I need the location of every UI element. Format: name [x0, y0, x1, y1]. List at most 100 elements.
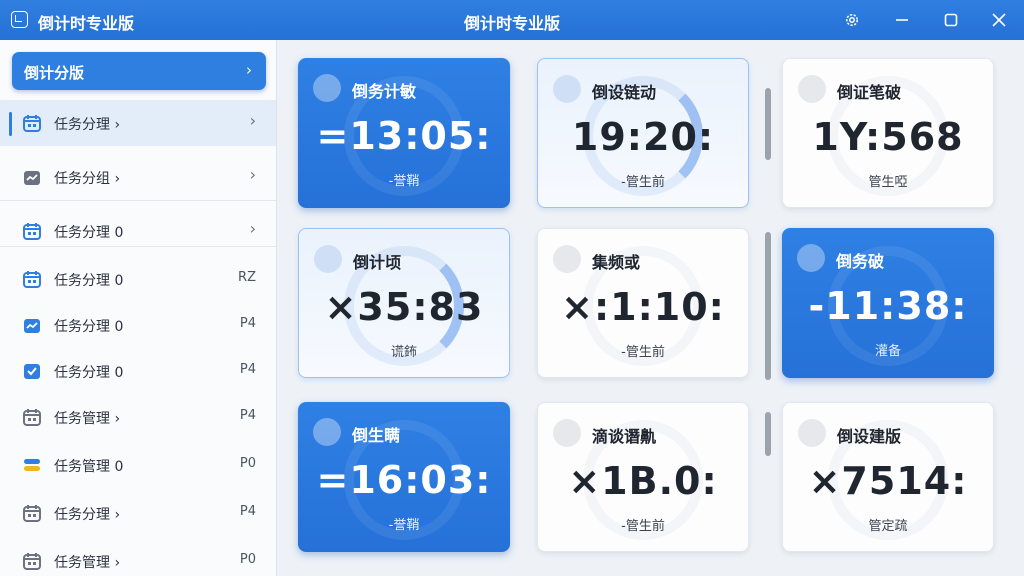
sidebar-item-label: 任务分理 0: [54, 225, 124, 241]
sidebar-item[interactable]: 任务分理 › ›: [0, 100, 276, 146]
sidebar-item[interactable]: 任务管理 0 P0: [0, 442, 276, 488]
countdown-card[interactable]: 倒设链动 19:20: -管生前: [537, 58, 749, 208]
calendar-icon: [22, 269, 42, 289]
calendar-icon: [22, 407, 42, 427]
divider: [0, 246, 276, 247]
countdown-time: ×1B.0:: [568, 459, 718, 503]
card-title: 倒设建版: [837, 427, 902, 446]
card-status-dot[interactable]: [553, 245, 581, 273]
card-title: 倒生瞒: [352, 426, 401, 445]
countdown-time: -11:38:: [808, 284, 968, 328]
scrollbar-thumb[interactable]: [765, 88, 771, 160]
card-status-dot[interactable]: [797, 244, 825, 272]
sidebar-item[interactable]: 任务管理 › P0: [0, 538, 276, 576]
sidebar-item-label: 任务分理 0: [54, 273, 124, 289]
countdown-card[interactable]: 滴谈谮鼽 ×1B.0: -管生前: [537, 402, 749, 552]
countdown-card[interactable]: 倒设建版 ×7514: 管定疏: [782, 402, 994, 552]
calendar-icon: [22, 113, 42, 133]
card-status-dot[interactable]: [313, 418, 341, 446]
countdown-card[interactable]: 倒生瞒 =16:03: -誉鞘: [298, 402, 510, 552]
countdown-card[interactable]: 倒务计敏 =13:05: -誉鞘: [298, 58, 510, 208]
chevron-right-icon: ›: [249, 111, 256, 130]
card-subtitle: -管生前: [621, 345, 665, 360]
card-status-dot[interactable]: [314, 245, 342, 273]
maximize-button[interactable]: [937, 6, 965, 34]
calendar-icon: [22, 221, 42, 241]
chart-icon: [22, 315, 42, 335]
sidebar-item-badge: P4: [239, 504, 256, 519]
sidebar-item[interactable]: 任务管理 › P4: [0, 394, 276, 440]
sidebar-item-badge: P0: [239, 456, 256, 471]
close-button[interactable]: [985, 6, 1013, 34]
countdown-card[interactable]: 倒计顷 ×35:83 谎鈽: [298, 228, 510, 378]
sidebar-item-label: 任务管理 ›: [54, 411, 121, 427]
card-subtitle: 管定疏: [868, 519, 908, 534]
countdown-card[interactable]: 倒务破 -11:38: 灌备: [782, 228, 994, 378]
card-subtitle: -誉鞘: [388, 174, 420, 189]
chevron-right-icon: ›: [249, 165, 256, 184]
sidebar-item-label: 任务分理 0: [54, 365, 124, 381]
title-bar: 倒计时专业版 倒计时专业版: [0, 0, 1024, 40]
countdown-time: ×7514:: [808, 459, 968, 503]
sidebar-item-label: 任务分组 ›: [54, 171, 121, 187]
countdown-time: ×:1:10:: [561, 285, 725, 329]
sidebar-item[interactable]: 任务分理 0 ›: [0, 208, 276, 254]
card-status-dot[interactable]: [798, 419, 826, 447]
minimize-button[interactable]: [888, 6, 916, 34]
countdown-time: ×35:83: [324, 285, 484, 329]
card-status-dot[interactable]: [553, 419, 581, 447]
card-subtitle: -管生前: [621, 175, 665, 190]
card-title: 倒证笔破: [837, 83, 902, 102]
card-subtitle: -管生前: [621, 519, 665, 534]
card-title: 倒设链动: [592, 83, 657, 102]
card-subtitle: 管生啞: [868, 175, 908, 190]
sidebar-item-label: 任务分理 ›: [54, 117, 121, 133]
countdown-time: 1Y:568: [812, 115, 964, 159]
sidebar-header-button[interactable]: 倒计分版 ›: [12, 52, 266, 90]
scrollbar-thumb[interactable]: [765, 232, 771, 380]
sidebar-item-badge: P4: [239, 316, 256, 331]
countdown-time: =13:05:: [316, 114, 492, 158]
sidebar-item-badge: P4: [239, 362, 256, 377]
countdown-time: 19:20:: [571, 115, 715, 159]
card-subtitle: 谎鈽: [390, 345, 417, 360]
sidebar-item-badge: P4: [239, 408, 256, 423]
countdown-time: =16:03:: [316, 458, 492, 502]
settings-button[interactable]: [838, 6, 866, 34]
divider: [0, 200, 276, 201]
sidebar-item-badge: RZ: [238, 270, 256, 285]
card-subtitle: 灌备: [874, 344, 901, 359]
close-icon: [992, 13, 1006, 27]
sidebar-header-label: 倒计分版: [24, 64, 85, 82]
sidebar-item[interactable]: 任务分理 › P4: [0, 490, 276, 536]
sidebar-item[interactable]: 任务分理 0 P4: [0, 302, 276, 348]
sidebar-item-label: 任务管理 0: [54, 459, 124, 475]
maximize-icon: [944, 13, 958, 27]
layers-icon: [22, 455, 42, 475]
check-icon: [22, 361, 42, 381]
card-status-dot[interactable]: [313, 74, 341, 102]
card-status-dot[interactable]: [798, 75, 826, 103]
card-status-dot[interactable]: [553, 75, 581, 103]
card-subtitle: -誉鞘: [388, 518, 420, 533]
scrollbar-thumb[interactable]: [765, 412, 771, 456]
sidebar-item-badge: P0: [239, 552, 256, 567]
chevron-right-icon: ›: [246, 61, 252, 79]
card-title: 倒计顷: [353, 253, 402, 272]
chart-icon: [22, 167, 42, 187]
sidebar-item-label: 任务分理 0: [54, 319, 124, 335]
sidebar-item[interactable]: 任务分理 0 P4: [0, 348, 276, 394]
card-title: 集频或: [592, 253, 641, 272]
sidebar-item[interactable]: 任务分组 › ›: [0, 154, 276, 200]
card-title: 滴谈谮鼽: [592, 427, 657, 446]
sidebar: 倒计分版 › 任务分理 › › 任务分组 › › 任务分理 0 › 任务分理 0 RZ 任务分理…: [0, 40, 277, 576]
countdown-card[interactable]: 倒证笔破 1Y:568 管生啞: [782, 58, 994, 208]
countdown-card[interactable]: 集频或 ×:1:10: -管生前: [537, 228, 749, 378]
calendar-icon: [22, 551, 42, 571]
sidebar-item[interactable]: 任务分理 0 RZ: [0, 256, 276, 302]
sidebar-item-label: 任务分理 ›: [54, 507, 121, 523]
minimize-icon: [896, 19, 908, 21]
chevron-right-icon: ›: [249, 219, 256, 238]
card-title: 倒务破: [836, 252, 885, 271]
calendar-icon: [22, 503, 42, 523]
